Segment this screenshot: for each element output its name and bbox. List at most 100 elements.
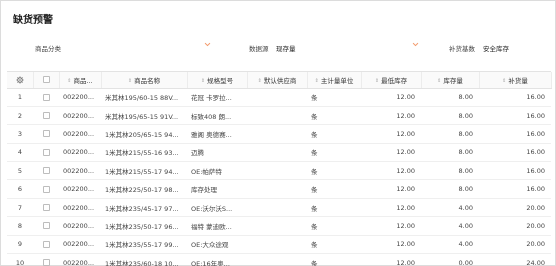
unit-cell: 条 <box>307 198 361 218</box>
product-code-cell: 002200... <box>59 106 101 126</box>
stock-cell: 8.00 <box>421 88 479 107</box>
product-name-cell: 1米其林235/60-18 10... <box>101 253 187 266</box>
replenish-cell: 20.00 <box>479 198 551 218</box>
col-min-stock[interactable]: ⇕ 最低库存 <box>361 72 422 89</box>
spec-cell: 福特 蒙迪欧... <box>187 216 247 236</box>
product-code-cell: 002200... <box>59 198 101 218</box>
row-checkbox[interactable] <box>42 148 50 156</box>
unit-cell: 条 <box>307 253 361 266</box>
row-number: 6 <box>7 179 33 199</box>
row-checkbox[interactable] <box>42 112 50 120</box>
unit-cell: 条 <box>307 143 361 163</box>
min-stock-cell: 12.00 <box>361 253 421 266</box>
stock-cell: 8.00 <box>421 143 479 163</box>
row-checkbox-cell[interactable] <box>33 216 59 236</box>
chevron-down-icon[interactable] <box>412 41 419 48</box>
col-product-code[interactable]: ⇕ 商品... <box>59 72 102 89</box>
row-checkbox-cell[interactable] <box>33 198 59 218</box>
supplier-cell <box>247 143 307 163</box>
sort-icon[interactable]: ⇕ <box>128 78 132 84</box>
select-all-cell[interactable] <box>33 72 60 89</box>
table-row[interactable]: 2 002200... 米其林195/65-15 91V... 标致408 朗... 条… <box>7 106 551 126</box>
replenish-cell: 16.00 <box>479 161 551 181</box>
replenish-select[interactable]: 安全库存 <box>483 43 509 53</box>
spec-cell: 库存处理 <box>187 179 247 199</box>
sort-icon[interactable]: ⇕ <box>201 78 205 84</box>
product-code-cell: 002200... <box>59 88 101 107</box>
supplier-cell <box>247 235 307 255</box>
sort-icon[interactable]: ⇕ <box>67 78 71 84</box>
row-checkbox-cell[interactable] <box>33 161 59 181</box>
min-stock-cell: 12.00 <box>361 124 421 144</box>
row-checkbox[interactable] <box>42 204 50 212</box>
row-checkbox[interactable] <box>42 240 50 248</box>
product-code-cell: 002200... <box>59 253 101 266</box>
sort-icon[interactable]: ⇕ <box>437 78 441 84</box>
row-checkbox-cell[interactable] <box>33 88 59 107</box>
row-checkbox[interactable] <box>42 222 50 230</box>
row-checkbox-cell[interactable] <box>33 235 59 255</box>
table-header-row: ⇕ 商品... ⇕ 商品名称 ⇕ 规格型号 ⇕ 默认供应商 ⇕ 主计量单位 ⇕ 最低库存 ⇕… <box>7 72 552 89</box>
min-stock-cell: 12.00 <box>361 198 421 218</box>
product-name-cell: 1米其林235/55-17 99... <box>101 235 187 255</box>
spec-cell: 花冠 卡罗拉... <box>187 88 247 107</box>
row-checkbox-cell[interactable] <box>33 253 59 266</box>
row-number: 1 <box>7 88 33 107</box>
chevron-down-icon[interactable] <box>204 41 211 48</box>
col-unit[interactable]: ⇕ 主计量单位 <box>307 72 362 89</box>
col-spec[interactable]: ⇕ 规格型号 <box>187 72 248 89</box>
min-stock-cell: 12.00 <box>361 88 421 107</box>
row-checkbox-cell[interactable] <box>33 143 59 163</box>
filter-bar: 商品分类 数据源 现存量 补货基数 安全库存 <box>1 41 556 55</box>
table-row[interactable]: 3 002200... 1米其林205/65-15 94... 雅阁 奥德赛... 条 1… <box>7 124 551 144</box>
spec-cell: OE:大众途观 <box>187 235 247 255</box>
col-supplier[interactable]: ⇕ 默认供应商 <box>247 72 308 89</box>
col-product-name[interactable]: ⇕ 商品名称 <box>101 72 188 89</box>
table-row[interactable]: 6 002200... 1米其林225/50-17 98... 库存处理 条 12.00 8… <box>7 179 551 199</box>
row-checkbox[interactable] <box>42 167 50 175</box>
supplier-cell <box>247 88 307 107</box>
table-row[interactable]: 4 002200... 1米其林215/55-16 93... 迈腾 条 12.00 8.0… <box>7 143 551 163</box>
sort-icon[interactable]: ⇕ <box>375 78 379 84</box>
stock-cell: 8.00 <box>421 161 479 181</box>
table-row[interactable]: 5 002200... 1米其林215/55-17 94... OE:帕萨特 条 12.0… <box>7 161 551 181</box>
product-name-cell: 1米其林225/50-17 98... <box>101 179 187 199</box>
row-checkbox[interactable] <box>42 259 50 266</box>
row-checkbox-cell[interactable] <box>33 124 59 144</box>
replenish-cell: 20.00 <box>479 216 551 236</box>
unit-cell: 条 <box>307 216 361 236</box>
col-stock[interactable]: ⇕ 库存量 <box>421 72 480 89</box>
product-name-cell: 米其林195/65-15 91V... <box>101 106 187 126</box>
supplier-cell <box>247 179 307 199</box>
product-code-cell: 002200... <box>59 216 101 236</box>
row-checkbox-cell[interactable] <box>33 179 59 199</box>
row-checkbox[interactable] <box>42 93 50 101</box>
select-all-checkbox[interactable] <box>42 76 50 84</box>
table-row[interactable]: 10 002200... 1米其林235/60-18 10... OE:16年奥...… <box>7 253 551 266</box>
stock-cell: 8.00 <box>421 106 479 126</box>
supplier-cell <box>247 253 307 266</box>
table-row[interactable]: 1 002200... 米其林195/60-15 88V... 花冠 卡罗拉... 条 1… <box>7 88 551 107</box>
sort-icon[interactable]: ⇕ <box>258 78 262 84</box>
min-stock-cell: 12.00 <box>361 179 421 199</box>
row-checkbox[interactable] <box>42 130 50 138</box>
sort-icon[interactable]: ⇕ <box>502 78 506 84</box>
stock-cell: 4.00 <box>421 216 479 236</box>
gear-icon[interactable] <box>16 76 24 84</box>
row-checkbox-cell[interactable] <box>33 106 59 126</box>
replenish-cell: 16.00 <box>479 143 551 163</box>
sort-icon[interactable]: ⇕ <box>315 78 319 84</box>
datasource-select[interactable]: 现存量 <box>276 43 296 53</box>
row-number: 4 <box>7 143 33 163</box>
row-number: 5 <box>7 161 33 181</box>
replenish-cell: 16.00 <box>479 106 551 126</box>
shortage-table: ⇕ 商品... ⇕ 商品名称 ⇕ 规格型号 ⇕ 默认供应商 ⇕ 主计量单位 ⇕ 最低库存 ⇕… <box>7 71 552 266</box>
table-row[interactable]: 9 002200... 1米其林235/55-17 99... OE:大众途观 条 12.… <box>7 235 551 255</box>
table-row[interactable]: 7 002200... 1米其林235/45-17 97... OE:沃尔沃S... 条… <box>7 198 551 218</box>
settings-cell[interactable] <box>7 72 34 89</box>
min-stock-cell: 12.00 <box>361 143 421 163</box>
col-replenish[interactable]: ⇕ 补货量 <box>479 72 552 89</box>
row-checkbox[interactable] <box>42 185 50 193</box>
product-code-cell: 002200... <box>59 235 101 255</box>
table-row[interactable]: 8 002200... 1米其林235/50-17 96... 福特 蒙迪欧... 条 1… <box>7 216 551 236</box>
